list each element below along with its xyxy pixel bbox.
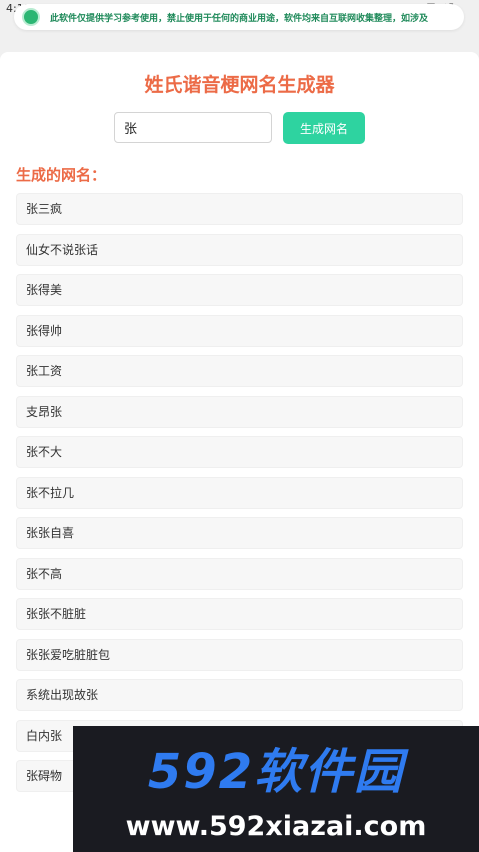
- generate-button[interactable]: 生成网名: [283, 112, 365, 144]
- result-item[interactable]: 张三疯: [16, 193, 463, 225]
- result-item[interactable]: 仙女不说张话: [16, 233, 463, 266]
- result-list: 张三疯 仙女不说张话 张得美 张得帅 张工资 支昂张 张不大 张不拉几 张张自喜…: [16, 193, 463, 801]
- result-item[interactable]: 张不大: [16, 436, 463, 468]
- result-item[interactable]: 支昂张: [16, 395, 463, 428]
- result-item[interactable]: 张不高: [16, 557, 463, 590]
- result-item[interactable]: 张不拉几: [16, 476, 463, 509]
- result-item[interactable]: 张工资: [16, 355, 463, 387]
- notice-banner: 此软件仅提供学习参考使用，禁止使用于任何的商业用途，软件均来自互联网收集整理，如…: [14, 4, 464, 30]
- result-item[interactable]: 系统出现故张: [16, 679, 463, 711]
- watermark-logo: 592软件园: [147, 744, 405, 800]
- notice-text: 此软件仅提供学习参考使用，禁止使用于任何的商业用途，软件均来自互联网收集整理，如…: [50, 13, 429, 24]
- watermark: 592软件园 www.592xiazai.com: [73, 726, 479, 852]
- result-label: 生成的网名：: [16, 166, 107, 184]
- notice-icon: [22, 8, 40, 26]
- surname-input[interactable]: [114, 112, 272, 143]
- result-item[interactable]: 张得美: [16, 274, 463, 306]
- result-item[interactable]: 张张不脏脏: [16, 598, 463, 630]
- result-item[interactable]: 张张自喜: [16, 517, 463, 549]
- result-item[interactable]: 张张爱吃脏脏包: [16, 638, 463, 671]
- watermark-url: www.592xiazai.com: [125, 811, 427, 842]
- result-item[interactable]: 张得帅: [16, 314, 463, 347]
- page-title: 姓氏谐音梗网名生成器: [144, 74, 335, 96]
